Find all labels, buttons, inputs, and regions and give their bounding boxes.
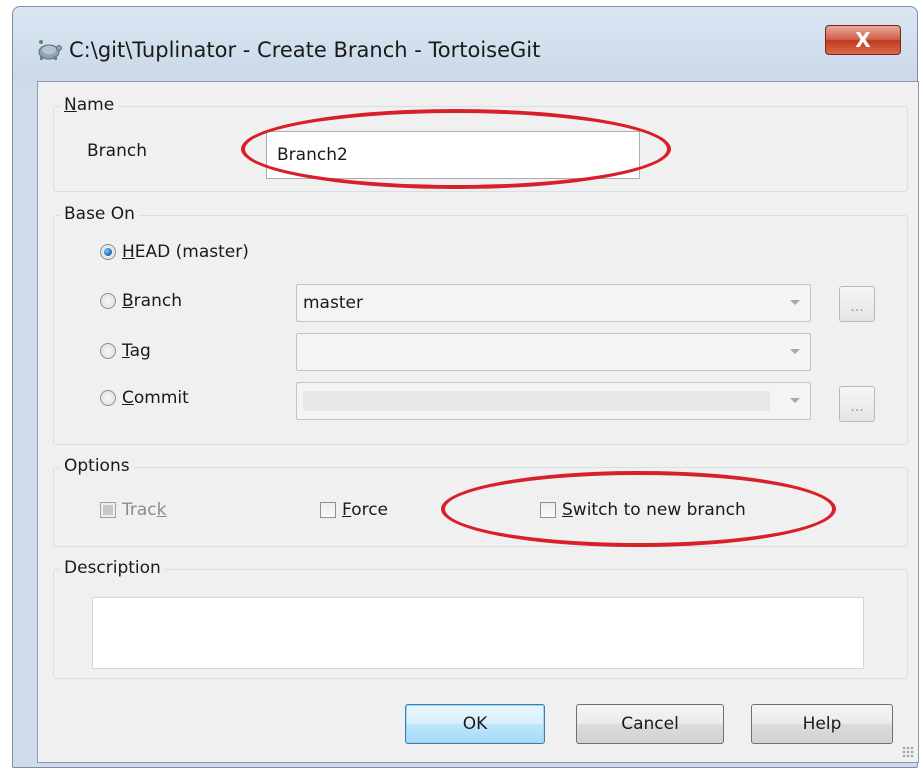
dialog-body: Name Branch Branch2 Base On HEAD (master… [37,81,919,763]
force-checkbox-box[interactable] [320,502,336,518]
description-input[interactable] [92,597,864,669]
branch-name-input[interactable]: Branch2 [266,131,640,179]
chevron-down-icon[interactable] [790,300,800,305]
close-icon: X [855,28,871,52]
close-button[interactable]: X [825,25,901,55]
switch-branch-checkbox[interactable]: Switch to new branch [540,500,746,520]
commit-combo[interactable] [296,382,811,420]
description-legend: Description [60,558,165,578]
track-checkbox[interactable]: Track [100,500,167,520]
radio-head-label: HEAD (master) [122,242,249,262]
commit-browse-button[interactable]: ... [839,386,875,422]
window-title: C:\git\Tuplinator - Create Branch - Tort… [69,38,541,62]
radio-head-indicator[interactable] [100,244,116,260]
branch-browse-button[interactable]: ... [839,286,875,322]
track-label: Track [122,500,167,520]
resize-grip-icon[interactable] [902,746,914,758]
tag-combo[interactable] [296,333,811,371]
radio-branch-label: Branch [122,291,182,311]
force-checkbox[interactable]: Force [320,500,388,520]
chevron-down-icon[interactable] [790,349,800,354]
title-bar[interactable]: C:\git\Tuplinator - Create Branch - Tort… [13,7,917,81]
name-group: Name Branch Branch2 [53,95,908,192]
branch-name-label: Branch [87,141,147,161]
radio-branch[interactable]: Branch [100,291,182,311]
tortoisegit-icon [38,40,62,60]
help-button[interactable]: Help [751,704,893,744]
branch-combo-value: master [303,293,363,313]
ok-button[interactable]: OK [405,704,545,744]
chevron-down-icon[interactable] [790,398,800,403]
radio-commit-indicator[interactable] [100,390,116,406]
radio-branch-indicator[interactable] [100,293,116,309]
switch-branch-label: Switch to new branch [562,500,746,520]
cancel-button[interactable]: Cancel [576,704,724,744]
options-group: Options Track Force Switch to new branch [53,456,908,547]
description-group: Description [53,558,908,679]
radio-commit[interactable]: Commit [100,388,189,408]
radio-tag[interactable]: Tag [100,341,151,361]
base-on-legend: Base On [60,204,139,224]
commit-combo-edit[interactable] [303,391,770,411]
radio-head[interactable]: HEAD (master) [100,242,249,262]
radio-tag-indicator[interactable] [100,343,116,359]
track-checkbox-box[interactable] [100,502,116,518]
force-label: Force [342,500,389,520]
name-group-legend: Name [60,95,119,115]
base-on-group: Base On HEAD (master) Branch master ... … [53,204,908,445]
create-branch-dialog: C:\git\Tuplinator - Create Branch - Tort… [12,6,919,768]
radio-tag-label: Tag [122,341,151,361]
branch-combo[interactable]: master [296,284,811,322]
options-legend: Options [60,456,134,476]
radio-commit-label: Commit [122,388,189,408]
switch-branch-checkbox-box[interactable] [540,502,556,518]
